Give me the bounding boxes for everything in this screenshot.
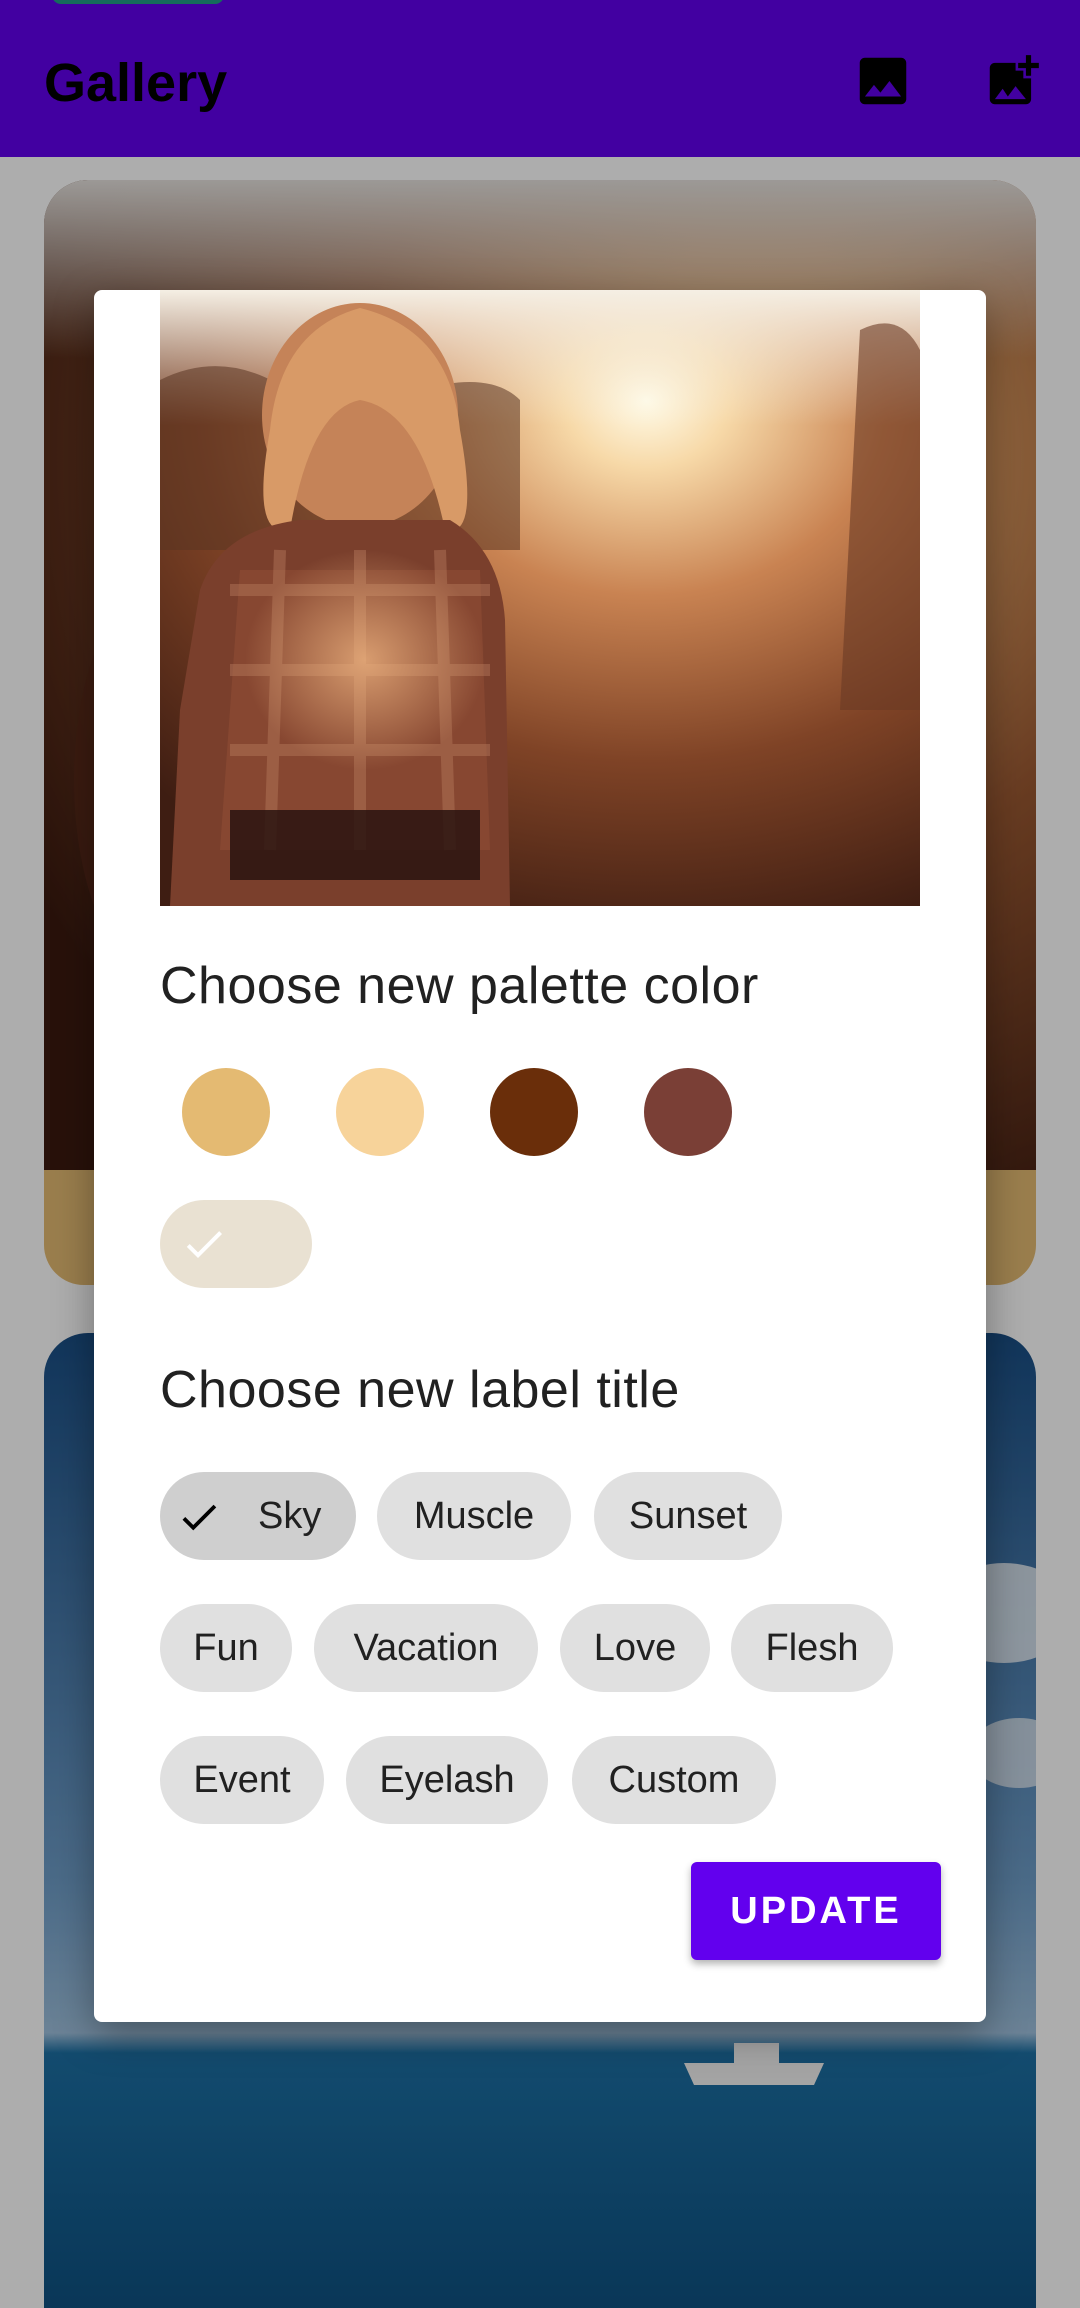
palette-swatch-4[interactable] — [644, 1068, 732, 1156]
palette-swatch-selected[interactable] — [160, 1200, 312, 1288]
chip-muscle[interactable]: Muscle — [377, 1472, 571, 1560]
dialog-photo — [160, 290, 920, 906]
chip-label: Event — [193, 1759, 291, 1801]
check-icon — [182, 1504, 217, 1531]
chip-event[interactable]: Event — [160, 1736, 324, 1824]
palette-section-title: Choose new palette color — [160, 957, 759, 1015]
palette-swatch-3[interactable] — [490, 1068, 578, 1156]
check-icon — [186, 1231, 222, 1258]
chip-label: Vacation — [353, 1627, 499, 1669]
gallery-screen: Gallery Choose new palette color Choose … — [0, 0, 1080, 2308]
chip-label: Love — [593, 1627, 677, 1669]
chip-label: Fun — [193, 1627, 259, 1669]
update-button[interactable]: UPDATE — [691, 1862, 941, 1960]
chip-label: Sky — [258, 1495, 322, 1537]
chip-sky[interactable]: Sky — [160, 1472, 356, 1560]
chip-label: Eyelash — [379, 1759, 515, 1801]
label-section-title: Choose new label title — [160, 1361, 680, 1419]
chip-fun[interactable]: Fun — [160, 1604, 292, 1692]
chip-flesh[interactable]: Flesh — [731, 1604, 893, 1692]
palette-swatch-1[interactable] — [182, 1068, 270, 1156]
chip-love[interactable]: Love — [560, 1604, 710, 1692]
chip-label: Sunset — [628, 1495, 748, 1537]
chip-vacation[interactable]: Vacation — [314, 1604, 538, 1692]
chip-label: Muscle — [413, 1495, 535, 1537]
palette-swatch-2[interactable] — [336, 1068, 424, 1156]
chip-eyelash[interactable]: Eyelash — [346, 1736, 548, 1824]
chip-sunset[interactable]: Sunset — [594, 1472, 782, 1560]
edit-dialog: Choose new palette color Choose new labe… — [94, 290, 986, 2022]
chip-custom[interactable]: Custom — [572, 1736, 776, 1824]
chip-label: Custom — [608, 1759, 740, 1801]
chip-label: Flesh — [765, 1627, 859, 1669]
